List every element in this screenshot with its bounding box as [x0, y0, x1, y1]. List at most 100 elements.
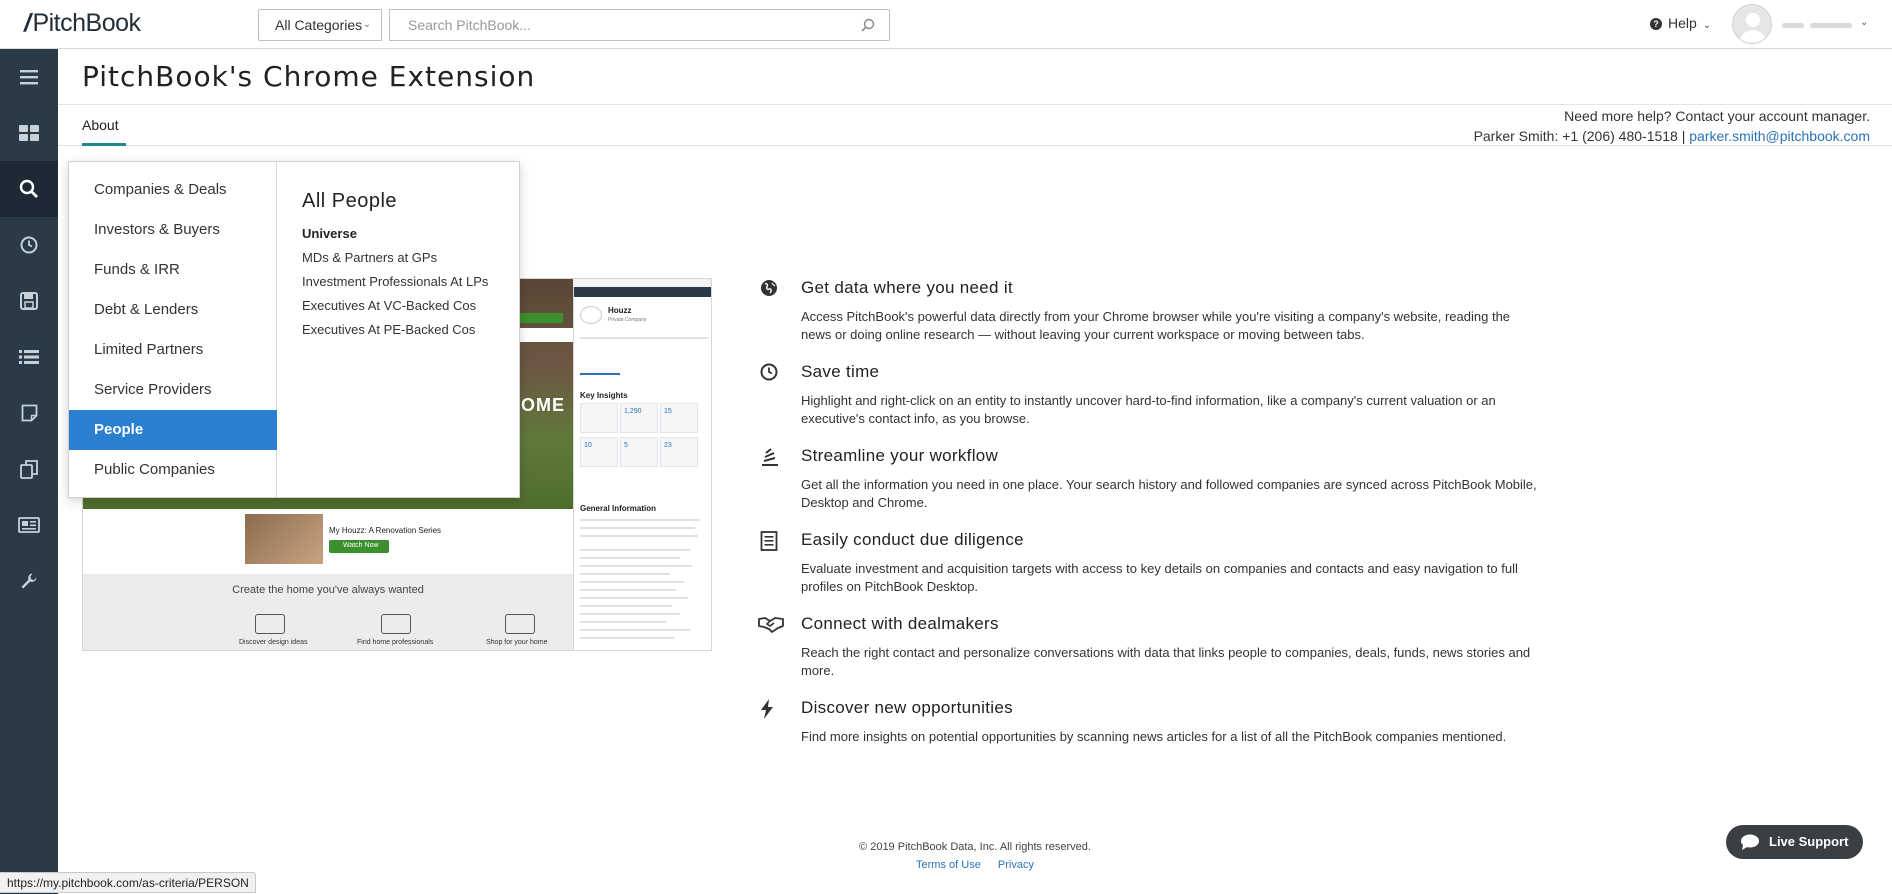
feature-description: Highlight and right-click on an entity t…: [801, 393, 1496, 426]
preview-company-name: Houzz: [608, 306, 632, 315]
footer: © 2019 PitchBook Data, Inc. All rights r…: [760, 838, 1190, 874]
copyright: © 2019 PitchBook Data, Inc. All rights r…: [859, 841, 1091, 853]
preview-watch-button: Watch Now: [329, 540, 389, 553]
preview-create-text: Create the home you've always wanted: [232, 584, 424, 596]
preview-icon-label: Find home professionals: [357, 639, 434, 646]
preview-professionals-icon: [381, 614, 411, 634]
preview-stat: 1,290: [624, 408, 642, 415]
preview-company-type: Private Company: [608, 317, 647, 323]
dashboard-icon[interactable]: [0, 105, 58, 161]
menu-item-funds-irr[interactable]: Funds & IRR: [69, 250, 277, 290]
terms-link[interactable]: Terms of Use: [916, 859, 981, 871]
search-icon[interactable]: [861, 18, 875, 37]
menu-link-mds-partners[interactable]: MDs & Partners at GPs: [302, 250, 437, 265]
category-list: Companies & Deals Investors & Buyers Fun…: [69, 162, 277, 497]
category-select[interactable]: All Categories ⌄: [258, 9, 382, 41]
notes-icon[interactable]: [0, 385, 58, 441]
menu-item-companies-deals[interactable]: Companies & Deals: [69, 170, 277, 210]
list-icon[interactable]: [0, 329, 58, 385]
tools-wrench-icon[interactable]: [0, 553, 58, 609]
handshake-icon: [758, 615, 784, 635]
preview-hero-text: OME: [521, 395, 566, 415]
top-bar: /PitchBook All Categories ⌄ ? Help ⌄ ⌄: [0, 0, 1892, 49]
preview-panel-header: [574, 287, 711, 297]
preview-stat: 10: [584, 442, 592, 449]
preview-key-insights: Key Insights: [580, 391, 628, 400]
menu-link-investment-professionals[interactable]: Investment Professionals At LPs: [302, 274, 488, 289]
copy-docs-icon[interactable]: [0, 441, 58, 497]
preview-icon-label: Shop for your home: [486, 639, 548, 646]
lightning-icon: [760, 699, 784, 719]
save-disk-icon[interactable]: [0, 273, 58, 329]
menu-item-debt-lenders[interactable]: Debt & Lenders: [69, 290, 277, 330]
preview-company-logo: [580, 306, 602, 324]
chevron-down-icon: ⌄: [362, 19, 371, 30]
feature-description: Reach the right contact and personalize …: [801, 645, 1531, 678]
feature-description: Find more insights on potential opportun…: [801, 729, 1507, 744]
preview-sale-badge: [513, 313, 563, 323]
account-manager-contact: Need more help? Contact your account man…: [1474, 106, 1870, 146]
feature-title: Discover new opportunities: [801, 698, 1013, 717]
live-support-button[interactable]: Live Support: [1726, 825, 1863, 859]
preview-extension-panel: Houzz Private Company Key Insights 1,290…: [573, 287, 711, 650]
menu-item-investors-buyers[interactable]: Investors & Buyers: [69, 210, 277, 250]
help-line: Need more help? Contact your account man…: [1564, 108, 1870, 124]
preview-video-thumbnail: [245, 514, 323, 564]
user-name-redacted: [1810, 23, 1852, 28]
menu-link-vc-executives[interactable]: Executives At VC-Backed Cos: [302, 298, 476, 313]
news-icon[interactable]: [0, 497, 58, 553]
feature-title: Easily conduct due diligence: [801, 530, 1024, 549]
left-rail: [0, 49, 58, 894]
preview-shop-icon: [505, 614, 535, 634]
help-menu[interactable]: ? Help ⌄: [1650, 15, 1711, 31]
history-clock-icon[interactable]: [0, 217, 58, 273]
help-label: Help: [1668, 15, 1697, 31]
preview-nav-strip: [513, 328, 573, 342]
logo-text: PitchBook: [32, 9, 141, 37]
tab-about[interactable]: About: [82, 117, 126, 146]
page-title: PitchBook's Chrome Extension: [82, 60, 536, 93]
feature-title: Connect with dealmakers: [801, 614, 999, 633]
contact-line: Parker Smith: +1 (206) 480-1518 | parker…: [1474, 126, 1870, 146]
logo-mark-icon: /: [24, 9, 31, 37]
preview-stat: 15: [664, 408, 672, 415]
stack-icon: [760, 447, 784, 467]
preview-stat: 5: [624, 442, 628, 449]
category-select-value: All Categories: [275, 17, 363, 33]
pitchbook-logo[interactable]: /PitchBook: [24, 9, 141, 38]
menu-link-pe-executives[interactable]: Executives At PE-Backed Cos: [302, 322, 475, 337]
privacy-link[interactable]: Privacy: [998, 859, 1034, 871]
contact-name-phone: Parker Smith: +1 (206) 480-1518 |: [1473, 128, 1686, 144]
menu-item-service-providers[interactable]: Service Providers: [69, 370, 277, 410]
menu-item-public-companies[interactable]: Public Companies: [69, 450, 277, 490]
hamburger-menu-icon[interactable]: [0, 49, 58, 105]
menu-item-people[interactable]: People: [69, 410, 277, 450]
globe-icon: [760, 279, 784, 299]
live-support-label: Live Support: [1769, 834, 1849, 849]
feature-description: Access PitchBook's powerful data directl…: [801, 309, 1511, 342]
status-bar-url: https://my.pitchbook.com/as-criteria/PER…: [0, 872, 256, 893]
feature-description: Evaluate investment and acquisition targ…: [801, 561, 1518, 594]
feature-description: Get all the information you need in one …: [801, 477, 1537, 510]
clock-icon: [760, 363, 784, 383]
chevron-down-icon: ⌄: [1702, 20, 1712, 31]
preview-design-icon: [255, 614, 285, 634]
panel-subtitle[interactable]: Universe: [302, 226, 357, 241]
contact-email-link[interactable]: parker.smith@pitchbook.com: [1689, 128, 1870, 144]
feature-title: Save time: [801, 362, 880, 381]
search-category-menu: Companies & Deals Investors & Buyers Fun…: [68, 161, 520, 498]
panel-title[interactable]: All People: [302, 190, 397, 213]
search-icon[interactable]: [0, 161, 58, 217]
preview-stat: 23: [664, 442, 672, 449]
preview-icon-label: Discover design ideas: [239, 639, 308, 646]
user-name-redacted: [1782, 23, 1804, 28]
chat-bubble-icon: [1740, 834, 1760, 850]
preview-general-information: General Information: [580, 504, 657, 513]
help-icon: ?: [1650, 18, 1662, 30]
search-box: [389, 9, 890, 41]
feature-title: Get data where you need it: [801, 278, 1013, 297]
footer-links: Terms of Use Privacy: [760, 856, 1190, 874]
search-input[interactable]: [390, 10, 830, 40]
preview-series-title: My Houzz: A Renovation Series: [329, 526, 442, 535]
menu-item-limited-partners[interactable]: Limited Partners: [69, 330, 277, 370]
